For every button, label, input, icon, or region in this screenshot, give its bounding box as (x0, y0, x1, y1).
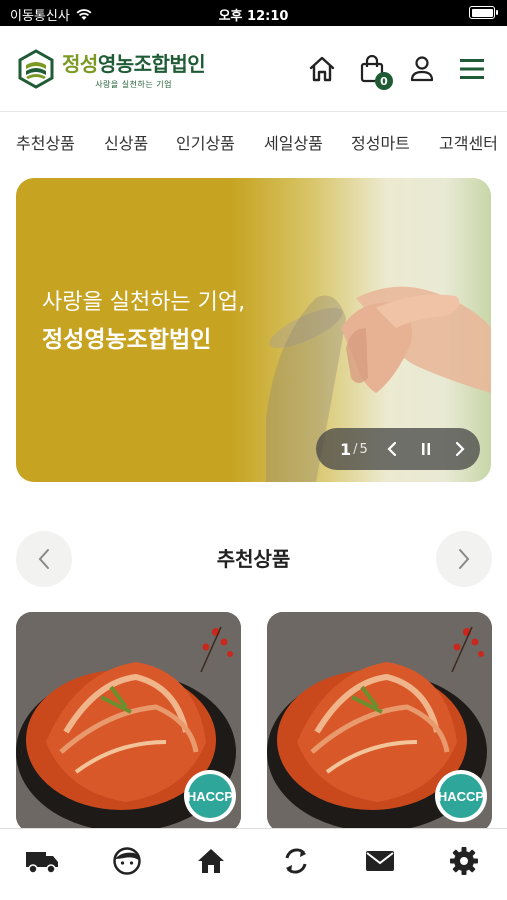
nav-item-new[interactable]: 신상품 (104, 130, 148, 154)
home-icon (198, 849, 224, 873)
status-bar: 이동통신사 오후 12:10 (0, 0, 507, 26)
slide-current: 1 (340, 439, 352, 459)
slide-prev-button[interactable] (378, 435, 406, 463)
battery-icon (469, 6, 498, 19)
section-title: 추천상품 (216, 547, 291, 571)
logo-slogan: 사랑을 실천하는 기업 (95, 80, 173, 89)
product-card[interactable]: HACCP (267, 612, 492, 832)
user-icon (410, 56, 434, 82)
logo-name-part2: 영농조합법인 (97, 52, 206, 76)
logo[interactable]: 정성영농조합법인 사랑을 실천하는 기업 (18, 48, 206, 90)
clock: 오후 12:10 (218, 9, 289, 24)
slide-pause-button[interactable] (412, 435, 440, 463)
chevron-right-icon (455, 441, 465, 457)
section-next-button[interactable] (436, 531, 492, 587)
slider-controls: 1 / 5 (316, 428, 480, 470)
face-icon (113, 847, 141, 875)
logo-mark-icon (18, 49, 54, 89)
chevron-left-icon (387, 441, 396, 457)
header: 정성영농조합법인 사랑을 실천하는 기업 0 (0, 26, 507, 112)
slide-total: 5 (359, 441, 368, 457)
home-icon (309, 56, 335, 82)
pause-icon (421, 443, 430, 455)
gear-icon (450, 847, 478, 875)
chevron-right-icon (459, 549, 470, 569)
slide-next-button[interactable] (446, 435, 474, 463)
logo-name: 정성영농조합법인 (62, 48, 206, 77)
header-icons: 0 (307, 54, 487, 90)
nav-item-customer-center[interactable]: 고객센터 (439, 130, 498, 154)
menu-icon (460, 59, 484, 79)
truck-icon (26, 852, 58, 874)
bottom-tab-bar (0, 828, 507, 900)
category-nav: 추천상품 신상품 인기상품 세일상품 정성마트 고객센터 (0, 130, 507, 160)
nav-item-sale[interactable]: 세일상품 (264, 130, 323, 154)
tab-my-page[interactable] (107, 843, 147, 879)
cart-button[interactable]: 0 (357, 54, 393, 90)
nav-item-popular[interactable]: 인기상품 (176, 130, 235, 154)
slide-separator: / (353, 441, 358, 457)
mail-icon (366, 851, 394, 871)
product-card[interactable]: HACCP (16, 612, 241, 832)
kimchi-product-image: HACCP (267, 612, 492, 832)
kimchi-product-image: HACCP (16, 612, 241, 832)
menu-button[interactable] (457, 54, 487, 84)
nav-item-recommended[interactable]: 추천상품 (16, 130, 75, 154)
banner-company-name: 정성영농조합법인 (42, 327, 212, 353)
tab-messages[interactable] (360, 843, 400, 879)
tab-refresh[interactable] (276, 843, 316, 879)
banner-headline: 사랑을 실천하는 기업, (42, 290, 246, 315)
nav-item-mart[interactable]: 정성마트 (351, 130, 410, 154)
hero-banner[interactable]: 사랑을 실천하는 기업, 정성영농조합법인 1 / 5 (16, 178, 491, 482)
refresh-icon (285, 848, 307, 874)
home-button[interactable] (307, 54, 337, 84)
haccp-badge-text: HACCP (438, 789, 485, 804)
tab-delivery[interactable] (22, 843, 62, 879)
tab-settings[interactable] (444, 843, 484, 879)
account-button[interactable] (407, 54, 437, 84)
cart-count-badge: 0 (375, 72, 393, 90)
haccp-badge-text: HACCP (187, 789, 234, 804)
tab-home[interactable] (191, 843, 231, 879)
logo-name-part1: 정성 (62, 52, 98, 76)
